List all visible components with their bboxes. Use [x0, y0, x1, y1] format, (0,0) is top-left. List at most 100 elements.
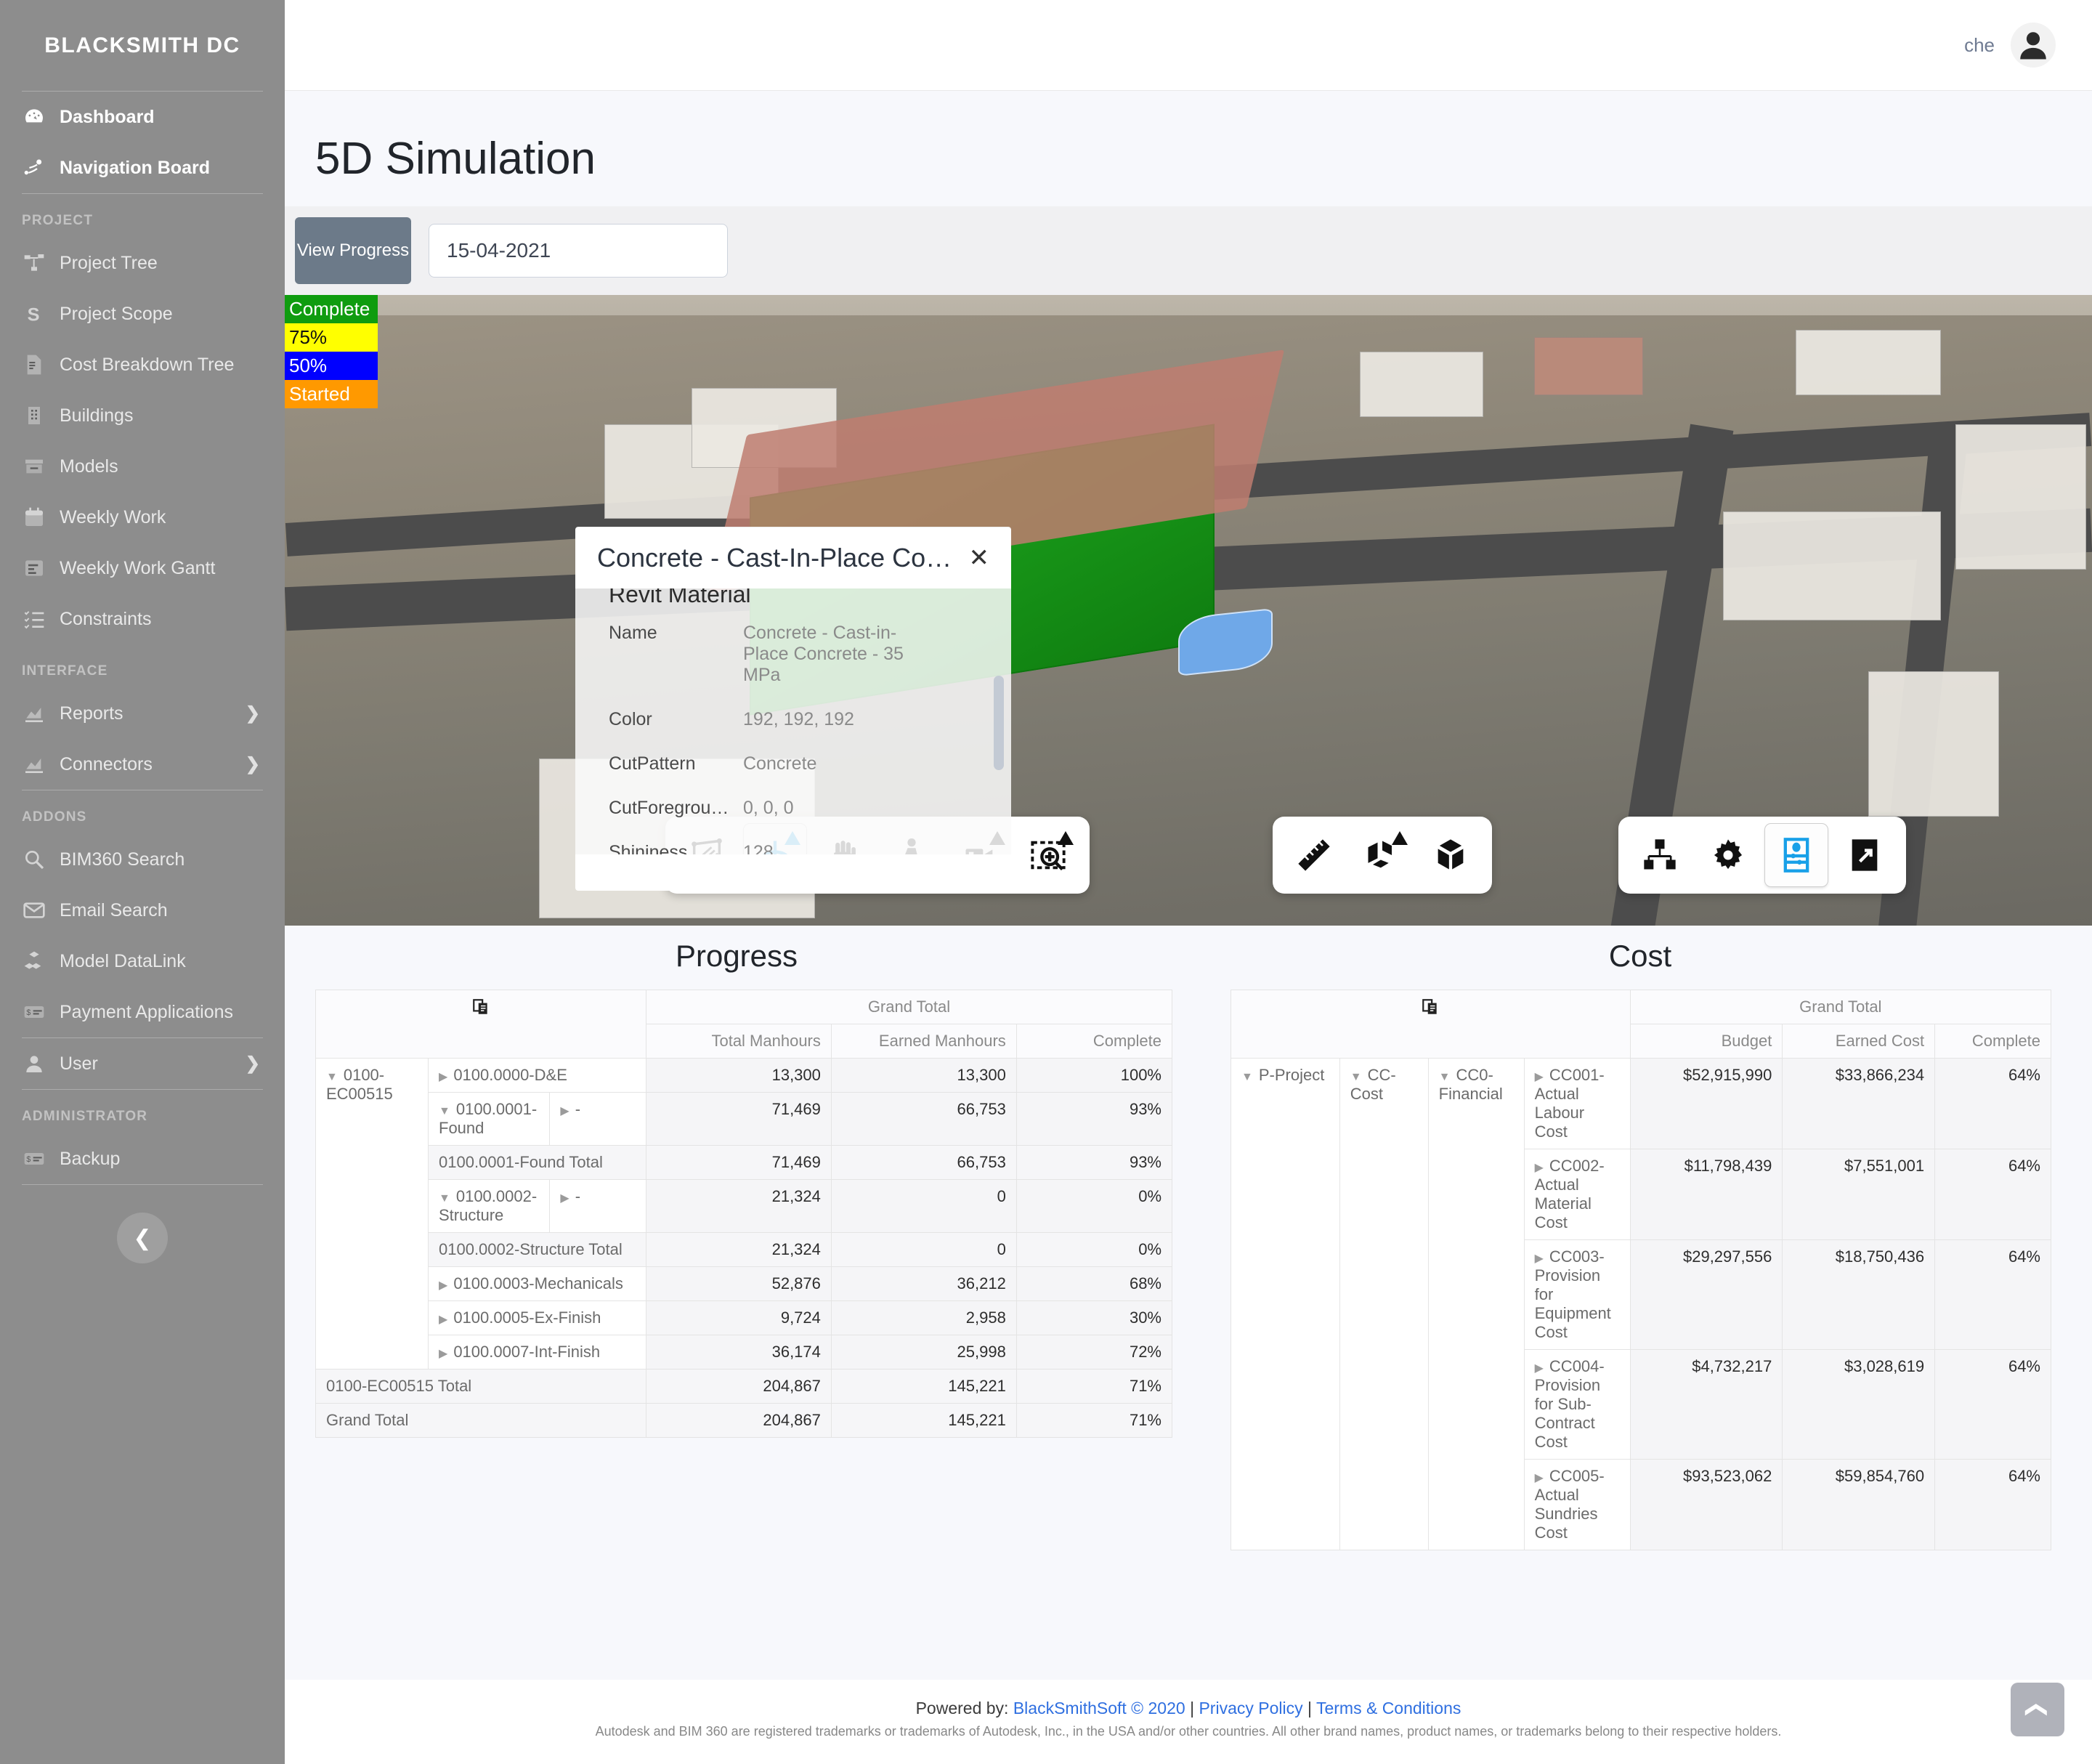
- cell-earned: 25,998: [830, 1335, 1017, 1369]
- collapse-triangle-icon[interactable]: ▼: [439, 1192, 450, 1205]
- settings-gear-icon[interactable]: [1697, 824, 1759, 886]
- sidebar-item-model-datalink[interactable]: Model DataLink: [0, 936, 285, 987]
- progress-row-label[interactable]: ▶ 0100.0005-Ex-Finish: [428, 1300, 646, 1335]
- scene-building-4: [1534, 337, 1643, 395]
- sidebar-item-connectors[interactable]: Connectors ❯: [0, 739, 285, 790]
- model-viewer[interactable]: View Progress Complete 75% 50% Started: [285, 206, 2092, 926]
- sidebar-item-project-tree[interactable]: Project Tree: [0, 238, 285, 288]
- sidebar-collapse-button[interactable]: ❮: [117, 1213, 168, 1263]
- sidebar-item-user[interactable]: User ❯: [0, 1038, 285, 1089]
- expand-triangle-icon[interactable]: ▶: [560, 1192, 569, 1205]
- viewer-toolbar-tools: [1273, 817, 1492, 894]
- collapse-triangle-icon[interactable]: ▼: [1350, 1071, 1362, 1083]
- progress-root-cell[interactable]: ▼ 0100-EC00515: [315, 1058, 429, 1369]
- sidebar-item-cost-breakdown-tree[interactable]: Cost Breakdown Tree: [0, 339, 285, 390]
- column-complete[interactable]: Complete: [1015, 1024, 1173, 1059]
- expand-triangle-icon[interactable]: ▶: [439, 1348, 447, 1360]
- sidebar-item-payment-applications[interactable]: $ Payment Applications: [0, 987, 285, 1037]
- column-total-manhours[interactable]: Total Manhours: [645, 1024, 832, 1059]
- collapse-triangle-icon[interactable]: ▼: [1241, 1071, 1253, 1083]
- expand-triangle-icon[interactable]: ▶: [439, 1314, 447, 1326]
- sidebar-item-bim360-search[interactable]: BIM360 Search: [0, 834, 285, 885]
- progress-row-label[interactable]: ▼ 0100.0002-Structure: [427, 1179, 551, 1233]
- progress-row-label[interactable]: ▶ 0100.0000-D&E: [428, 1058, 646, 1093]
- cost-dim-p-project[interactable]: ▼ P-Project: [1231, 1058, 1340, 1550]
- sidebar-item-buildings[interactable]: Buildings: [0, 390, 285, 441]
- sidebar-item-reports[interactable]: Reports ❯: [0, 688, 285, 739]
- column-earned-cost[interactable]: Earned Cost: [1782, 1024, 1936, 1059]
- sidebar-item-weekly-work[interactable]: Weekly Work: [0, 492, 285, 543]
- table-row: ▼ 0100-EC00515 ▶ 0100.0000-D&E 13,300 13,3…: [315, 1058, 1173, 1369]
- sidebar-item-backup[interactable]: $ Backup: [0, 1133, 285, 1184]
- sidebar-item-project-scope[interactable]: S Project Scope: [0, 288, 285, 339]
- fullscreen-icon[interactable]: [1833, 824, 1896, 886]
- sidebar-item-constraints[interactable]: Constraints: [0, 594, 285, 644]
- pivot-copy-icon[interactable]: [1231, 990, 1631, 1059]
- cost-row-label[interactable]: ▶ CC005-Actual Sundries Cost: [1523, 1459, 1631, 1550]
- table-row: ▼ 0100.0002-Structure ▶ - 21,324 0 0%: [316, 1179, 1173, 1233]
- column-complete[interactable]: Complete: [1934, 1024, 2051, 1059]
- measure-ruler-icon[interactable]: [1283, 824, 1345, 886]
- properties-panel-icon[interactable]: [1765, 824, 1828, 886]
- collapse-triangle-icon[interactable]: ▼: [1439, 1071, 1451, 1083]
- sidebar-item-navigation-board[interactable]: Navigation Board: [0, 142, 285, 193]
- cost-row-label[interactable]: ▶ CC003-Provision for Equipment Cost: [1523, 1239, 1631, 1350]
- expand-triangle-icon[interactable]: ▶: [1535, 1253, 1544, 1265]
- zoom-window-icon[interactable]: [1017, 824, 1079, 886]
- footer-terms-link[interactable]: Terms & Conditions: [1316, 1699, 1461, 1718]
- footer-brand-link[interactable]: BlackSmithSoft © 2020: [1013, 1699, 1185, 1718]
- column-budget[interactable]: Budget: [1629, 1024, 1783, 1059]
- column-earned-manhours[interactable]: Earned Manhours: [830, 1024, 1017, 1059]
- scroll-to-top-button[interactable]: ❮: [2011, 1683, 2064, 1736]
- scope-s-icon: S: [22, 302, 46, 326]
- progress-row-sublabel[interactable]: ▶ -: [549, 1179, 646, 1233]
- progress-row-label[interactable]: ▼ 0100.0001-Found: [427, 1092, 551, 1146]
- properties-scrollbar[interactable]: [994, 676, 1004, 770]
- viewer-toolbar-panels: [1618, 817, 1906, 894]
- cost-row-label[interactable]: ▶ CC001-Actual Labour Cost: [1523, 1058, 1631, 1149]
- progress-row-label: 0100.0001-Found Total: [428, 1145, 646, 1180]
- sidebar-item-models[interactable]: Models: [0, 441, 285, 492]
- expand-triangle-icon[interactable]: ▶: [439, 1279, 447, 1292]
- sidebar-item-weekly-work-gantt[interactable]: Weekly Work Gantt: [0, 543, 285, 594]
- scene-building-5: [1796, 330, 1941, 395]
- close-icon[interactable]: ✕: [969, 543, 990, 573]
- progress-row-label[interactable]: ▶ 0100.0003-Mechanicals: [428, 1266, 646, 1301]
- expand-triangle-icon[interactable]: ▶: [439, 1071, 447, 1083]
- collapse-triangle-icon[interactable]: ▼: [326, 1071, 338, 1083]
- sidebar-item-dashboard[interactable]: Dashboard: [0, 92, 285, 142]
- view-progress-button[interactable]: View Progress: [295, 217, 411, 284]
- progress-row-sublabel[interactable]: ▶ -: [549, 1092, 646, 1146]
- explode-model-icon[interactable]: [1351, 824, 1414, 886]
- expand-triangle-icon[interactable]: ▶: [560, 1105, 569, 1117]
- pivot-copy-icon[interactable]: [315, 990, 646, 1059]
- cost-dim-cc-cost[interactable]: ▼ CC-Cost: [1339, 1058, 1429, 1550]
- model-tree-icon[interactable]: [1629, 824, 1691, 886]
- property-row: CutPattern Concrete: [575, 742, 1011, 786]
- cost-dim-cc0-financial[interactable]: ▼ CC0-Financial: [1427, 1058, 1525, 1550]
- sidebar-item-email-search[interactable]: Email Search: [0, 885, 285, 936]
- cost-row-label[interactable]: ▶ CC002-Actual Material Cost: [1523, 1149, 1631, 1240]
- isolate-cube-icon[interactable]: [1419, 824, 1482, 886]
- sidebar: BLACKSMITH DC Dashboard Navigation Board…: [0, 0, 285, 1764]
- simulation-date-input[interactable]: [429, 224, 728, 278]
- legend-item-75: 75%: [285, 323, 378, 352]
- footer-separator-2: |: [1308, 1699, 1312, 1718]
- expand-triangle-icon[interactable]: ▶: [1535, 1472, 1544, 1484]
- progress-row-label[interactable]: ▶ 0100.0007-Int-Finish: [428, 1335, 646, 1369]
- cell-total: 204,867: [645, 1403, 832, 1438]
- expand-triangle-icon[interactable]: ▶: [1535, 1362, 1544, 1375]
- footer-privacy-link[interactable]: Privacy Policy: [1199, 1699, 1302, 1718]
- sidebar-item-label: Weekly Work Gantt: [60, 557, 216, 578]
- cell-complete: 0%: [1015, 1179, 1173, 1233]
- cost-row-label[interactable]: ▶ CC004-Provision for Sub-Contract Cost: [1523, 1349, 1631, 1460]
- expand-triangle-icon[interactable]: ▶: [1535, 1162, 1544, 1174]
- cell-budget: $52,915,990: [1629, 1058, 1783, 1149]
- expand-triangle-icon[interactable]: ▶: [1535, 1071, 1544, 1083]
- table-header-row: Grand Total: [1231, 990, 2052, 1059]
- collapse-triangle-icon[interactable]: ▼: [439, 1105, 450, 1117]
- legend-item-50: 50%: [285, 352, 378, 381]
- avatar[interactable]: [2011, 23, 2056, 68]
- sidebar-item-label: Email Search: [60, 899, 168, 921]
- cell-total: 13,300: [645, 1058, 832, 1093]
